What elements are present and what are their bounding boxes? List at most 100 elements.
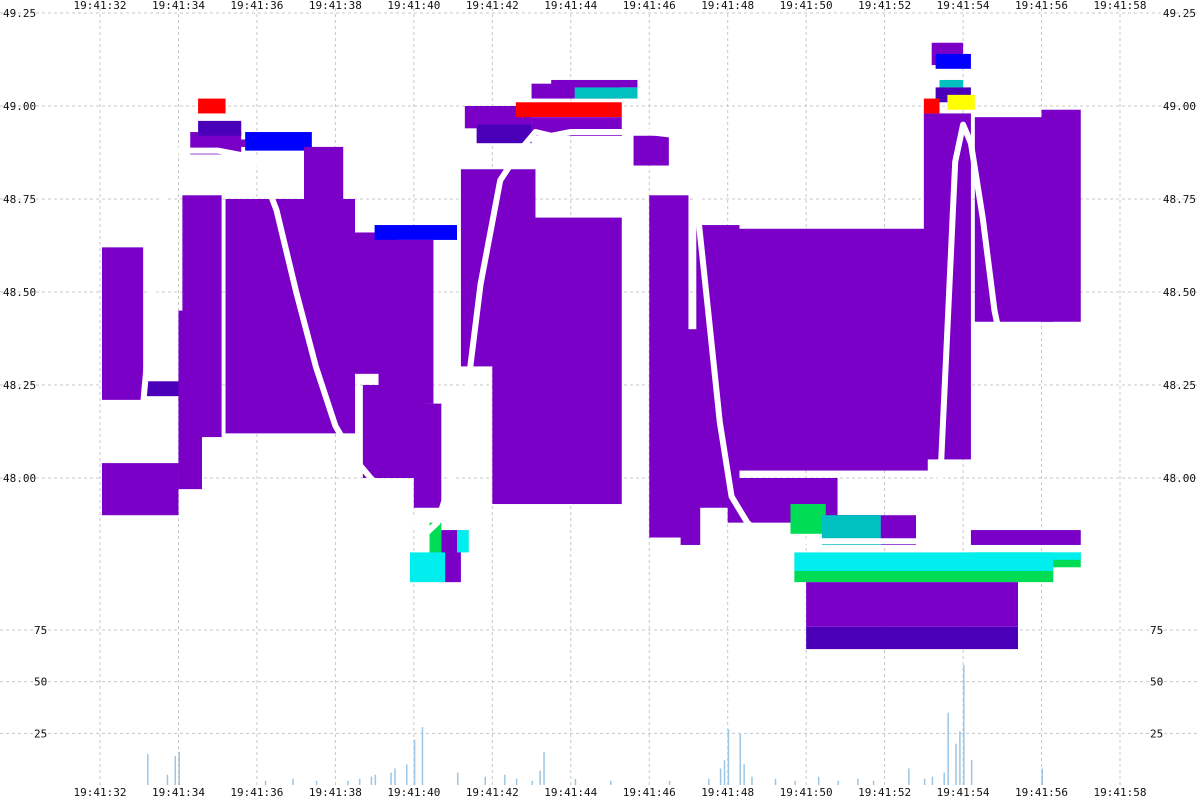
x-tick-label-top-2: 19:41:36	[230, 0, 283, 12]
volume-bar-48	[1041, 768, 1044, 785]
depth-band-14	[374, 225, 457, 240]
x-tick-label-top-5: 19:41:42	[466, 0, 519, 12]
x-tick-label-bottom-4: 19:41:40	[387, 786, 440, 799]
volume-bar-19	[515, 778, 518, 785]
volume-bar-41	[931, 776, 934, 785]
volume-bar-7	[347, 780, 349, 785]
y-tick-label-left-5: 49.25	[3, 7, 36, 20]
x-tick-label-top-8: 19:41:48	[701, 0, 754, 12]
x-tick-label-top-9: 19:41:50	[780, 0, 833, 12]
depth-band-33	[727, 228, 928, 471]
x-tick-label-bottom-9: 19:41:50	[780, 786, 833, 799]
volume-bar-2	[174, 756, 177, 785]
x-tick-label-top-1: 19:41:34	[152, 0, 205, 12]
depth-band-low-2	[794, 571, 1054, 583]
volume-bar-22	[543, 751, 545, 785]
volume-tick-label-right-1: 50	[1150, 676, 1163, 689]
depth-band-41	[935, 53, 971, 69]
depth-band-37	[790, 504, 826, 534]
volume-bar-32	[751, 776, 753, 785]
x-tick-label-bottom-6: 19:41:44	[544, 786, 597, 799]
volume-tick-label-right-2: 75	[1150, 624, 1163, 637]
y-tick-label-left-3: 48.75	[3, 193, 36, 206]
volume-bar-31	[743, 764, 745, 785]
volume-bar-6	[315, 780, 318, 785]
y-tick-label-right-2: 48.50	[1163, 286, 1196, 299]
depth-band-0	[101, 247, 144, 400]
x-tick-label-top-12: 19:41:56	[1015, 0, 1068, 12]
depth-band-19	[457, 530, 469, 553]
volume-bar-34	[794, 780, 796, 785]
depth-band-42	[939, 79, 964, 88]
volume-bar-42	[943, 772, 945, 785]
volume-bar-8	[358, 778, 361, 785]
x-tick-label-top-3: 19:41:38	[309, 0, 362, 12]
y-tick-label-left-4: 49.00	[3, 100, 36, 113]
volume-tick-label-left-1: 50	[34, 676, 47, 689]
y-tick-label-right-4: 49.00	[1163, 100, 1196, 113]
volume-bar-4	[264, 780, 267, 785]
volume-bar-18	[504, 774, 506, 785]
volume-bar-27	[719, 768, 722, 785]
volume-bar-47	[970, 760, 973, 785]
volume-bar-17	[484, 776, 486, 785]
depth-band-47	[1041, 109, 1081, 322]
depth-band-15	[378, 239, 434, 404]
depth-band-44	[947, 94, 975, 110]
volume-bar-33	[774, 778, 777, 785]
y-tick-label-left-0: 48.00	[3, 472, 36, 485]
depth-band-1	[101, 463, 179, 516]
volume-tick-label-left-0: 25	[34, 727, 47, 740]
depth-band-low-4	[806, 626, 1018, 650]
volume-bar-25	[668, 780, 671, 785]
volume-bar-20	[531, 780, 534, 785]
depth-band-23	[492, 217, 622, 505]
volume-bar-21	[539, 770, 541, 785]
volume-bar-15	[421, 727, 424, 785]
depth-band-48	[970, 530, 1081, 545]
volume-bar-1	[166, 774, 169, 785]
volume-bar-13	[406, 764, 408, 785]
y-tick-label-right-1: 48.25	[1163, 379, 1196, 392]
depth-band-8	[198, 120, 242, 136]
volume-bar-28	[723, 760, 726, 785]
volume-bar-38	[872, 780, 875, 785]
depth-band-4	[182, 195, 222, 438]
x-tick-label-top-11: 19:41:54	[937, 0, 990, 12]
x-tick-label-bottom-8: 19:41:48	[701, 786, 754, 799]
volume-bar-45	[959, 731, 961, 785]
depth-band-10	[245, 132, 312, 151]
volume-bar-14	[413, 739, 416, 785]
volume-bar-5	[292, 778, 294, 785]
x-tick-label-bottom-11: 19:41:54	[937, 786, 990, 799]
y-tick-label-left-2: 48.50	[3, 286, 36, 299]
x-tick-label-bottom-3: 19:41:38	[309, 786, 362, 799]
y-tick-label-right-5: 49.25	[1163, 7, 1196, 20]
volume-bar-46	[963, 665, 965, 785]
x-tick-label-bottom-0: 19:41:32	[74, 786, 127, 799]
depth-band-low-0	[409, 552, 446, 583]
depth-band-24	[515, 102, 622, 118]
depth-band-16	[413, 403, 442, 508]
x-tick-label-bottom-7: 19:41:46	[623, 786, 676, 799]
volume-bar-26	[708, 778, 710, 785]
volume-bar-43	[947, 712, 949, 785]
volume-tick-label-right-0: 25	[1150, 727, 1163, 740]
x-tick-label-top-0: 19:41:32	[74, 0, 127, 12]
volume-bar-10	[374, 774, 377, 785]
volume-bar-36	[837, 780, 840, 785]
volume-bar-40	[923, 778, 926, 785]
volume-bar-12	[394, 768, 396, 785]
depth-chart: 19:41:32 19:41:32 19:41:34 19:41:34 19:41:36…	[0, 0, 1200, 800]
depth-band-7	[198, 98, 226, 114]
x-tick-label-bottom-2: 19:41:36	[230, 786, 283, 799]
depth-band-11	[304, 146, 344, 233]
volume-bar-29	[727, 729, 730, 785]
x-tick-label-top-10: 19:41:52	[858, 0, 911, 12]
x-tick-label-bottom-10: 19:41:52	[858, 786, 911, 799]
volume-bar-37	[857, 778, 859, 785]
depth-band-22	[476, 124, 532, 144]
x-tick-label-top-4: 19:41:40	[387, 0, 440, 12]
x-tick-label-bottom-12: 19:41:56	[1015, 786, 1068, 799]
x-tick-label-bottom-5: 19:41:42	[466, 786, 519, 799]
